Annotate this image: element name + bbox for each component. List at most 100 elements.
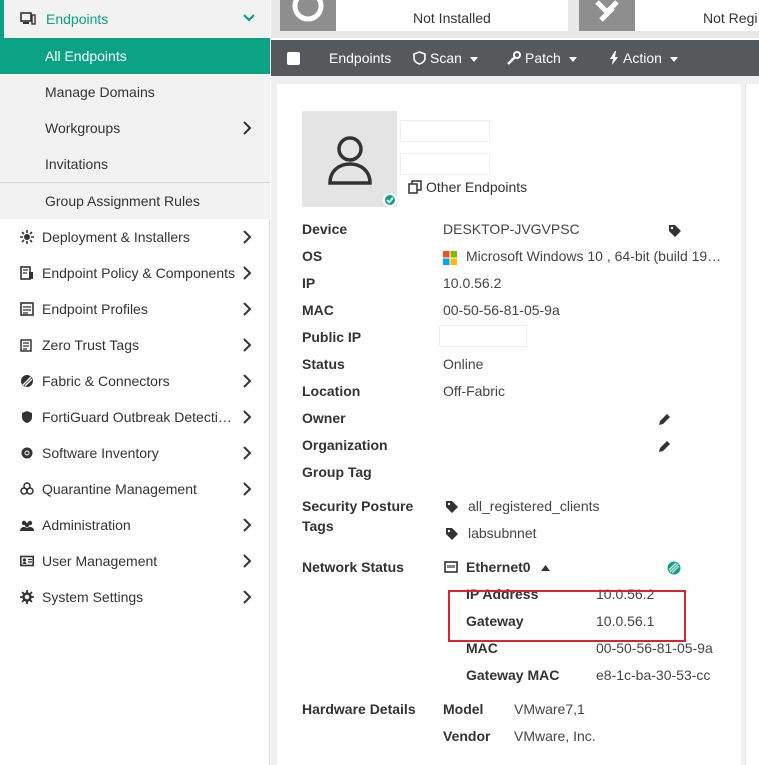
sidebar: Endpoints All Endpoints Manage Domains W… — [0, 0, 270, 765]
toolbar-patch-button[interactable]: Patch — [507, 50, 577, 66]
select-all-checkbox[interactable] — [287, 52, 300, 65]
caret-down-icon — [669, 56, 678, 62]
hardware-model-label: Model — [443, 701, 484, 717]
sidebar-item-label: FortiGuard Outbreak Detecti… — [42, 409, 232, 425]
chevron-right-icon — [243, 482, 252, 496]
sidebar-item-label: Quarantine Management — [42, 481, 197, 497]
caret-down-icon — [568, 56, 577, 62]
chevron-right-icon — [243, 410, 252, 424]
other-endpoints-label: Other Endpoints — [426, 179, 528, 195]
sidebar-item-label: System Settings — [42, 589, 144, 605]
software-icon — [21, 447, 33, 459]
sidebar-item-label: Fabric & Connectors — [42, 373, 170, 389]
summary-card-not-registered[interactable]: Not Regi — [635, 0, 759, 31]
chevron-right-icon — [243, 230, 252, 244]
sidebar-item-quarantine[interactable]: Quarantine Management — [0, 471, 270, 507]
sidebar-item-label: Manage Domains — [45, 84, 155, 100]
os-value: Microsoft Windows 10 , 64-bit (build 19… — [466, 248, 722, 264]
label-ip: IP — [302, 275, 316, 291]
network-interface-toggle[interactable]: Ethernet0 — [466, 559, 531, 575]
id-card-icon — [20, 555, 34, 567]
caret-up-icon[interactable] — [541, 565, 550, 571]
sidebar-item-label: Workgroups — [45, 120, 121, 136]
label-os: OS — [302, 248, 323, 264]
copy-icon — [408, 180, 422, 194]
user-detail-redacted — [400, 153, 490, 175]
toolbar-scan-button[interactable]: Scan — [413, 50, 478, 66]
sidebar-item-label: Group Assignment Rules — [45, 193, 200, 209]
label-public-ip: Public IP — [302, 329, 362, 345]
gear-icon — [20, 590, 34, 604]
hardware-vendor-label: Vendor — [443, 728, 491, 744]
location-value: Off-Fabric — [443, 383, 505, 399]
network-gateway-mac-value: e8-1c-ba-30-53-cc — [596, 667, 711, 683]
edit-organization-icon[interactable] — [657, 440, 671, 454]
sidebar-item-all-endpoints[interactable]: All Endpoints — [0, 38, 270, 74]
sidebar-item-workgroups[interactable]: Workgroups — [0, 110, 270, 146]
unregistered-icon — [595, 0, 619, 22]
chevron-right-icon — [243, 266, 252, 280]
label-security-posture: Security Posture — [302, 498, 414, 514]
sidebar-item-endpoint-policy[interactable]: Endpoint Policy & Components — [0, 255, 270, 291]
toolbar-action-button[interactable]: Action — [609, 50, 678, 66]
windows-logo-icon — [443, 251, 457, 265]
sidebar-item-fabric-connectors[interactable]: Fabric & Connectors — [0, 363, 270, 399]
fabric-connection-icon — [667, 561, 681, 575]
sidebar-item-invitations[interactable]: Invitations — [0, 146, 270, 182]
label-mac: MAC — [302, 302, 334, 318]
endpoint-detail-panel: Other Endpoints Device OS IP MAC Public … — [277, 84, 741, 765]
toolbar-action-label: Action — [623, 50, 662, 66]
label-security-posture-tags: Tags — [302, 518, 334, 534]
shield-icon — [413, 51, 426, 65]
summary-card-not-installed-icon-box — [280, 0, 336, 31]
highlight-box — [448, 590, 686, 642]
other-endpoints-link[interactable]: Other Endpoints — [408, 179, 527, 195]
outbreak-icon — [22, 411, 32, 423]
user-name-redacted — [400, 120, 490, 142]
summary-card-text: Not Installed — [413, 10, 491, 26]
sidebar-item-label: Administration — [42, 517, 131, 533]
edit-owner-icon[interactable] — [657, 413, 671, 427]
policy-icon — [20, 266, 33, 280]
label-device: Device — [302, 221, 348, 237]
biohazard-icon — [20, 482, 34, 495]
sidebar-item-software-inventory[interactable]: Software Inventory — [0, 435, 270, 471]
label-network-status: Network Status — [302, 559, 404, 575]
avatar — [302, 111, 397, 207]
sidebar-item-outbreak-detection[interactable]: FortiGuard Outbreak Detecti… — [0, 399, 270, 435]
status-value: Online — [443, 356, 484, 372]
sidebar-item-deployment[interactable]: Deployment & Installers — [0, 219, 270, 255]
chevron-right-icon — [243, 518, 252, 532]
tag-chip[interactable]: labsubnnet — [468, 525, 537, 541]
wrench-icon — [507, 51, 521, 65]
summary-card-not-installed[interactable]: Not Installed — [336, 0, 568, 31]
profiles-icon — [20, 302, 34, 316]
summary-card-text: Not Regi — [703, 10, 758, 26]
sidebar-section-label: Endpoints — [46, 11, 109, 27]
sidebar-item-label: User Management — [42, 553, 158, 569]
sidebar-section-endpoints[interactable]: Endpoints — [0, 0, 270, 38]
endpoints-icon — [20, 12, 36, 25]
ethernet-icon — [444, 561, 458, 573]
user-icon — [328, 136, 372, 185]
chevron-right-icon — [243, 374, 252, 388]
sidebar-item-manage-domains[interactable]: Manage Domains — [0, 74, 270, 110]
lightning-icon — [610, 51, 618, 65]
tag-chip[interactable]: all_registered_clients — [468, 498, 600, 514]
summary-card-not-registered-icon-box — [579, 0, 635, 31]
network-gateway-mac-label: Gateway MAC — [466, 667, 560, 683]
sidebar-item-system-settings[interactable]: System Settings — [0, 579, 270, 615]
chevron-right-icon — [243, 554, 252, 568]
device-name-value: DESKTOP-JVGVPSC — [443, 221, 580, 237]
sidebar-item-group-assignment-rules[interactable]: Group Assignment Rules — [0, 183, 270, 219]
label-group-tag: Group Tag — [302, 464, 372, 480]
tag-icon[interactable] — [668, 224, 682, 238]
toolbar-endpoints-button[interactable]: Endpoints — [329, 50, 391, 66]
sidebar-item-endpoint-profiles[interactable]: Endpoint Profiles — [0, 291, 270, 327]
sidebar-item-administration[interactable]: Administration — [0, 507, 270, 543]
tags-icon — [20, 339, 32, 352]
tag-icon — [446, 501, 458, 513]
sidebar-item-user-management[interactable]: User Management — [0, 543, 270, 579]
chevron-right-icon — [243, 121, 252, 135]
sidebar-item-zero-trust-tags[interactable]: Zero Trust Tags — [0, 327, 270, 363]
